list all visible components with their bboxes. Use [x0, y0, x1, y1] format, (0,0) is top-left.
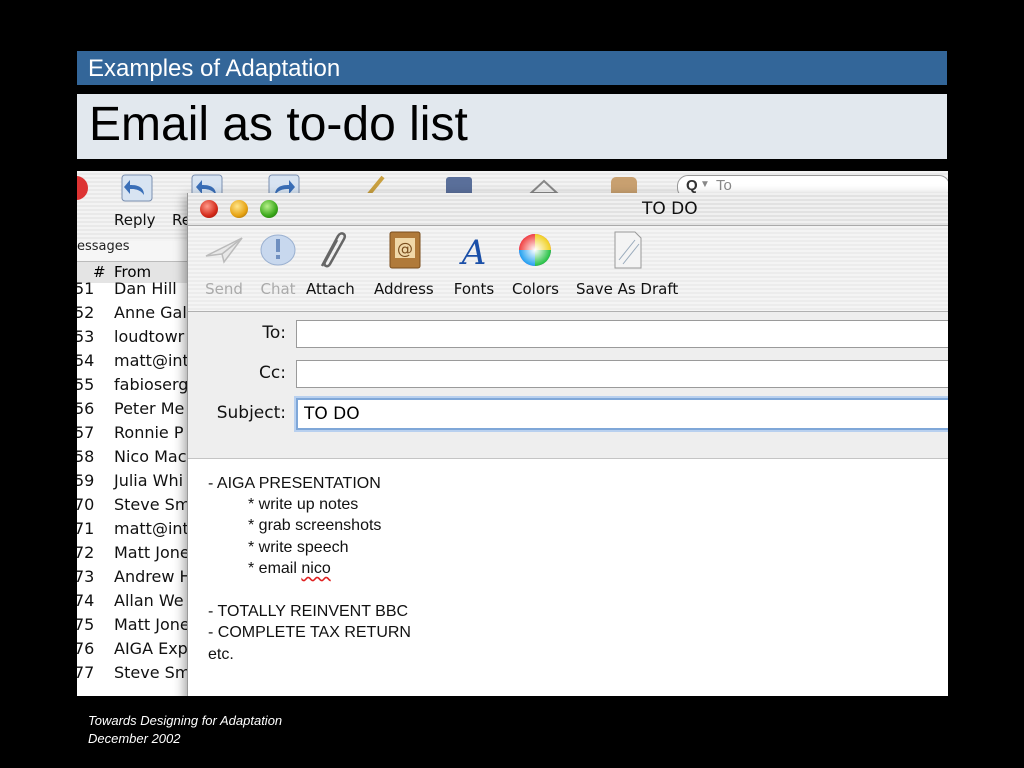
minimize-button[interactable]	[230, 200, 248, 218]
body-line: * write speech	[248, 539, 349, 556]
close-button[interactable]	[200, 200, 218, 218]
zoom-button[interactable]	[260, 200, 278, 218]
row-number: 76	[77, 639, 95, 658]
to-label: To:	[262, 323, 286, 343]
row-number: 57	[77, 423, 95, 442]
chat-icon	[260, 234, 296, 266]
row-from: Matt Jone	[114, 543, 190, 562]
row-number: 58	[77, 447, 95, 466]
body-line: - TOTALLY REINVENT BBC	[208, 603, 409, 620]
subject-field[interactable]	[296, 398, 948, 430]
row-number: 59	[77, 471, 95, 490]
save-as-draft-button[interactable]: Save As Draft	[576, 230, 678, 298]
row-from: Nico Mac	[114, 447, 187, 466]
row-from: Dan Hill	[114, 279, 177, 298]
row-from: Steve Sm	[114, 663, 191, 682]
attach-button[interactable]: Attach	[306, 230, 355, 298]
send-icon	[205, 237, 243, 264]
row-number: 71	[77, 519, 95, 538]
send-button[interactable]: Send	[202, 230, 246, 298]
body-line: - COMPLETE TAX RETURN	[208, 624, 411, 641]
cc-field[interactable]	[296, 360, 948, 388]
body-line: * write up notes	[248, 496, 359, 513]
colors-button[interactable]: Colors	[512, 230, 559, 298]
row-from: Allan We	[114, 591, 184, 610]
compose-window: TO DO Send Chat Attach @ Address A Fonts	[187, 193, 948, 696]
body-line: * grab screenshots	[248, 517, 382, 534]
chevron-down-icon: ▼	[700, 179, 710, 190]
row-number: 53	[77, 327, 95, 346]
svg-text:@: @	[397, 239, 413, 258]
body-text: * email	[248, 560, 302, 577]
cc-label: Cc:	[259, 363, 286, 383]
mail-screenshot: Q ▼ To e Reply Re essages # From 51Dan H…	[77, 171, 948, 696]
row-from: Peter Me	[114, 399, 185, 418]
slide-title: Email as to-do list	[89, 98, 468, 151]
row-from: Julia Whi	[114, 471, 184, 490]
search-text: To	[716, 177, 732, 194]
body-line: etc.	[208, 646, 234, 663]
compose-toolbar: Send Chat Attach @ Address A Fonts Color…	[188, 226, 948, 312]
row-number: 73	[77, 567, 95, 586]
row-from: Ronnie P	[114, 423, 184, 442]
row-number: 54	[77, 351, 95, 370]
misspelled-word[interactable]: nico	[301, 560, 330, 577]
row-number: 72	[77, 543, 95, 562]
row-from: Anne Gal	[114, 303, 187, 322]
slide-banner: Examples of Adaptation	[77, 51, 947, 85]
messages-label-text: essages	[77, 239, 130, 254]
color-wheel-icon	[519, 234, 552, 266]
row-from: Andrew H	[114, 567, 192, 586]
row-number: 70	[77, 495, 95, 514]
footer-line1: Towards Designing for Adaptation	[88, 713, 283, 728]
banner-text: Examples of Adaptation	[88, 55, 341, 82]
row-number: 75	[77, 615, 95, 634]
reply-label: Reply	[114, 211, 156, 229]
row-from: matt@int	[114, 519, 189, 538]
fonts-icon: A	[459, 233, 487, 270]
reply-icon[interactable]	[120, 173, 154, 203]
subject-label: Subject:	[216, 403, 286, 423]
footer-line2: December 2002	[88, 731, 181, 746]
row-number: 56	[77, 399, 95, 418]
chat-label: Chat	[260, 280, 296, 298]
row-number: 52	[77, 303, 95, 322]
row-number: 51	[77, 279, 95, 298]
search-icon: Q	[686, 177, 698, 194]
messages-count-label: essages	[77, 239, 130, 254]
to-field[interactable]	[296, 320, 948, 348]
message-body[interactable]: - AIGA PRESENTATION * write up notes * g…	[188, 459, 948, 696]
row-number: 77	[77, 663, 95, 682]
address-book-icon: @	[389, 231, 421, 269]
row-from: loudtowr	[114, 327, 185, 346]
chat-button[interactable]: Chat	[256, 230, 300, 298]
row-from: Steve Sm	[114, 495, 191, 514]
save-as-draft-label: Save As Draft	[576, 280, 679, 298]
attach-label: Attach	[306, 280, 355, 298]
window-title: TO DO	[642, 199, 698, 219]
compose-titlebar[interactable]: TO DO	[188, 193, 948, 226]
fonts-button[interactable]: A Fonts	[452, 230, 496, 298]
title-box: Email as to-do list	[77, 94, 947, 159]
colors-label: Colors	[512, 280, 559, 298]
delete-icon[interactable]	[77, 173, 93, 203]
draft-icon	[614, 231, 642, 269]
body-line: - AIGA PRESENTATION	[208, 475, 381, 492]
address-label: Address	[374, 280, 434, 298]
body-line: * email nico	[248, 560, 331, 578]
header-fields: To: Cc: Subject:	[188, 312, 948, 459]
row-number: 55	[77, 375, 95, 394]
row-from: matt@int	[114, 351, 189, 370]
send-label: Send	[205, 280, 243, 298]
paperclip-icon	[321, 232, 347, 268]
fonts-label: Fonts	[453, 280, 495, 298]
row-from: fabioserg	[114, 375, 189, 394]
row-number: 74	[77, 591, 95, 610]
row-from: Matt Jone	[114, 615, 190, 634]
address-button[interactable]: @ Address	[374, 230, 434, 298]
svg-text:A: A	[459, 233, 487, 270]
row-from: AIGA Exp	[114, 639, 188, 658]
